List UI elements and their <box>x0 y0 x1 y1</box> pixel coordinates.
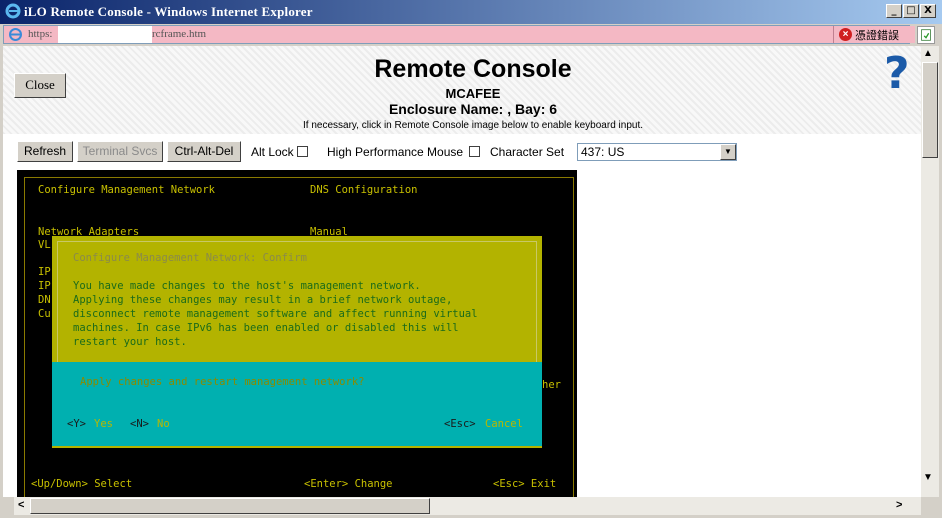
scroll-up-icon[interactable]: ▲ <box>923 48 933 59</box>
host-name: MCAFEE <box>445 86 501 101</box>
url-redacted <box>58 26 152 43</box>
cancel-option[interactable]: Cancel <box>485 418 523 430</box>
dialog-text: Applying these changes may result in a b… <box>73 294 453 306</box>
console-header-left: Configure Management Network <box>38 184 216 196</box>
minimize-button[interactable]: _ <box>886 4 902 18</box>
terminal-svcs-button[interactable]: Terminal Svcs <box>77 141 163 162</box>
yes-option[interactable]: Yes <box>94 418 113 430</box>
character-set-label: Character Set <box>490 145 565 159</box>
esc-key: <Esc> <box>444 418 476 430</box>
close-window-button[interactable]: X <box>920 4 936 18</box>
console-fragment: DN <box>38 294 51 306</box>
url-suffix: rcframe.htm <box>152 28 207 40</box>
help-icon[interactable]: ? <box>884 52 910 96</box>
refresh-button[interactable]: Refresh <box>17 141 73 162</box>
character-set-select[interactable]: 437: US ▼ <box>577 143 737 161</box>
no-option[interactable]: No <box>157 418 170 430</box>
console-fragment: her <box>542 379 561 391</box>
window-title-bar[interactable]: iLO Remote Console - Windows Internet Ex… <box>0 0 942 24</box>
address-bar: https: rcframe.htm × 憑證錯誤 <box>0 24 942 46</box>
console-fragment: VL <box>38 239 51 251</box>
dialog-action-panel: Apply changes and restart management net… <box>52 362 542 446</box>
alt-lock-checkbox[interactable] <box>297 146 308 157</box>
chevron-down-icon[interactable]: ▼ <box>720 144 736 160</box>
console-fragment: IP <box>38 266 51 278</box>
page-icon <box>9 28 22 41</box>
horizontal-scrollbar[interactable]: < > <box>14 497 921 515</box>
dialog-question: Apply changes and restart management net… <box>80 376 365 388</box>
window-title: iLO Remote Console - Windows Internet Ex… <box>24 4 313 19</box>
console-toolbar: Refresh Terminal Svcs Ctrl-Alt-Del Alt L… <box>3 140 921 164</box>
yes-key: <Y> <box>67 418 86 430</box>
no-key: <N> <box>130 418 149 430</box>
high-perf-mouse-label: High Performance Mouse <box>327 145 464 159</box>
certificate-error-button[interactable]: × 憑證錯誤 <box>833 26 915 43</box>
console-footer-left: <Up/Down> Select <box>31 478 133 490</box>
character-set-value: 437: US <box>581 145 625 159</box>
alt-lock-label: Alt Lock <box>251 145 294 159</box>
console-footer-mid: <Enter> Change <box>304 478 393 490</box>
internet-explorer-icon <box>5 3 21 19</box>
dialog-text: restart your host. <box>73 336 187 348</box>
dialog-title: Configure Management Network: Confirm <box>73 252 307 264</box>
dialog-text: disconnect remote management software an… <box>73 308 478 320</box>
enclosure-info: Enclosure Name: , Bay: 6 <box>388 101 558 117</box>
scroll-left-icon[interactable]: < <box>18 499 24 511</box>
error-icon: × <box>839 28 852 41</box>
keyboard-hint: If necessary, click in Remote Console im… <box>303 120 643 131</box>
remote-console-screen[interactable]: Configure Management Network DNS Configu… <box>17 170 577 497</box>
vertical-scrollbar[interactable]: ▲ ▼ <box>921 46 939 497</box>
page-title: Remote Console <box>374 55 572 83</box>
url-field[interactable]: https: rcframe.htm × 憑證錯誤 <box>3 25 915 44</box>
maximize-button[interactable]: □ <box>903 4 919 18</box>
dialog-text: machines. In case IPv6 has been enabled … <box>73 322 459 334</box>
console-footer-right: <Esc> Exit <box>493 478 557 490</box>
certificate-error-label: 憑證錯誤 <box>855 29 899 42</box>
console-fragment: IP <box>38 280 51 292</box>
scroll-right-icon[interactable]: > <box>896 499 902 511</box>
dialog-text: You have made changes to the host's mana… <box>73 280 421 292</box>
url-prefix: https: <box>28 28 53 40</box>
refresh-page-icon[interactable] <box>917 26 935 44</box>
ctrl-alt-del-button[interactable]: Ctrl-Alt-Del <box>167 141 241 162</box>
console-header-right: DNS Configuration <box>310 184 418 196</box>
high-perf-mouse-checkbox[interactable] <box>469 146 480 157</box>
scroll-down-icon[interactable]: ▼ <box>923 472 933 483</box>
console-fragment: Cu <box>38 308 51 320</box>
horizontal-scroll-thumb[interactable] <box>30 498 430 514</box>
vertical-scroll-thumb[interactable] <box>922 62 938 158</box>
page-content: Close Remote Console MCAFEE Enclosure Na… <box>3 46 921 497</box>
